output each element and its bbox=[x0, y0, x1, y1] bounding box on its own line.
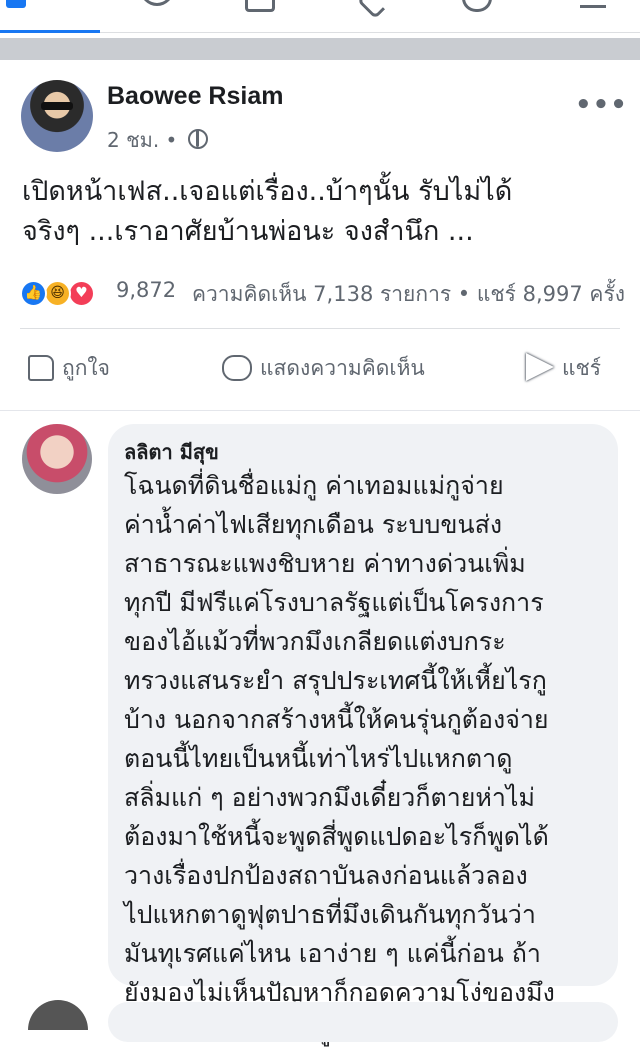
groups-icon[interactable] bbox=[356, 0, 386, 20]
comment-line: ทุกปี มีฟรีแค่โรงบาลรัฐแต่เป็นโครงการ bbox=[124, 588, 544, 617]
post-actions: ถูกใจ แสดงความคิดเห็น แชร์ bbox=[0, 344, 640, 400]
share-arrow-icon bbox=[526, 353, 554, 381]
divider bbox=[20, 328, 620, 329]
like-label: ถูกใจ bbox=[62, 356, 110, 380]
love-reaction-icon: ♥ bbox=[68, 280, 95, 307]
like-reaction-icon: 👍 bbox=[20, 280, 47, 307]
next-comment-bubble[interactable] bbox=[108, 1002, 618, 1042]
post-body: เปิดหน้าเฟส..เจอแต่เรื่อง..บ้าๆนั้น รับไ… bbox=[22, 172, 622, 252]
comment-line: สลิ่มแก่ ๆ อย่างพวกมึงเดี๋ยวก็ตายห่าไม่ bbox=[124, 783, 535, 812]
post-text-line: จริงๆ ...เราอาศัยบ้านพ่อนะ จงสำนึก ... bbox=[22, 216, 474, 247]
comment-line: ต้องมาใช้หนี้จะพูดสี่พูดแปดอะไรก็พูดได้ bbox=[124, 822, 549, 851]
divider bbox=[0, 410, 640, 411]
author-avatar[interactable] bbox=[21, 80, 93, 152]
commenter-name[interactable]: ลลิตา มีสุข bbox=[124, 436, 219, 468]
comment-line: ทรวงแสนระยำ สรุปประเทศนี้ให้เหี้ยไรกู bbox=[124, 666, 547, 695]
notifications-icon[interactable] bbox=[462, 0, 492, 12]
comment-line: สาธารณะแพงชิบหาย ค่าทางด่วนเพิ่ม bbox=[124, 549, 526, 578]
comment-line: บ้าง นอกจากสร้างหนี้ให้คนรุ่นกูต้องจ่าย bbox=[124, 705, 549, 734]
commenter-avatar[interactable] bbox=[22, 424, 92, 494]
post-text-line: เปิดหน้าเฟส..เจอแต่เรื่อง..บ้าๆนั้น รับไ… bbox=[22, 176, 513, 207]
avatar-glasses bbox=[41, 102, 73, 110]
home-icon[interactable] bbox=[6, 0, 26, 8]
globe-icon bbox=[187, 129, 208, 149]
top-navigation-bar bbox=[0, 0, 640, 33]
comment-line: ค่าน้ำค่าไฟเสียทุกเดือน ระบบขนส่ง bbox=[124, 510, 503, 539]
comment-line: ตอนนี้ไทยเป็นหนี้เท่าไหร่ไปแหกตาดู bbox=[124, 744, 513, 773]
comment-text: โฉนดที่ดินชื่อแม่กู ค่าเทอมแม่กูจ่าย ค่า… bbox=[124, 466, 612, 1051]
post-timestamp[interactable]: 2 ชม. • bbox=[107, 124, 208, 156]
comment-line: วางเรื่องปกป้องสถาบันลงก่อนแล้วลอง bbox=[124, 861, 528, 890]
next-commenter-avatar[interactable] bbox=[28, 1000, 88, 1030]
marketplace-icon[interactable] bbox=[245, 0, 275, 12]
comment-label: แสดงความคิดเห็น bbox=[260, 356, 425, 380]
feed-divider bbox=[0, 38, 640, 60]
post-time: 2 ชม. • bbox=[107, 128, 178, 152]
comment-line: ไปแหกตาดูฟุตปาธที่มึงเดินกันทุกวันว่า bbox=[124, 900, 536, 929]
comment-line: มันทุเรศแค่ไหน เอาง่าย ๆ แค่นี้ก่อน ถ้า bbox=[124, 939, 541, 968]
post-header: Baowee Rsiam 2 ชม. • ••• bbox=[0, 68, 640, 158]
like-thumb-icon bbox=[28, 355, 54, 381]
menu-icon[interactable] bbox=[580, 0, 606, 8]
comments-shares-count[interactable]: ความคิดเห็น 7,138 รายการ • แชร์ 8,997 คร… bbox=[192, 278, 625, 311]
watch-icon[interactable] bbox=[140, 0, 174, 6]
share-label: แชร์ bbox=[562, 356, 602, 380]
author-name[interactable]: Baowee Rsiam bbox=[107, 82, 283, 111]
reaction-count[interactable]: 9,872 bbox=[116, 278, 176, 302]
share-button[interactable]: แชร์ bbox=[526, 352, 601, 385]
comment-line: ของไอ้แม้วที่พวกมึงเกลียดแต่งบกระ bbox=[124, 627, 506, 656]
more-options-icon[interactable]: ••• bbox=[575, 90, 628, 120]
comment-bubble[interactable]: ลลิตา มีสุข โฉนดที่ดินชื่อแม่กู ค่าเทอมแ… bbox=[108, 424, 618, 1046]
comment-button[interactable]: แสดงความคิดเห็น bbox=[222, 352, 425, 385]
active-tab-indicator bbox=[0, 30, 100, 33]
comment-line: โฉนดที่ดินชื่อแม่กู ค่าเทอมแม่กูจ่าย bbox=[124, 471, 504, 500]
like-button[interactable]: ถูกใจ bbox=[28, 352, 110, 385]
comment-bubble-icon bbox=[222, 355, 252, 381]
haha-reaction-icon: 😆 bbox=[44, 280, 71, 307]
reaction-icons[interactable]: 👍 😆 ♥ bbox=[20, 280, 104, 308]
reactions-summary: 👍 😆 ♥ 9,872 ความคิดเห็น 7,138 รายการ • แ… bbox=[20, 274, 625, 314]
